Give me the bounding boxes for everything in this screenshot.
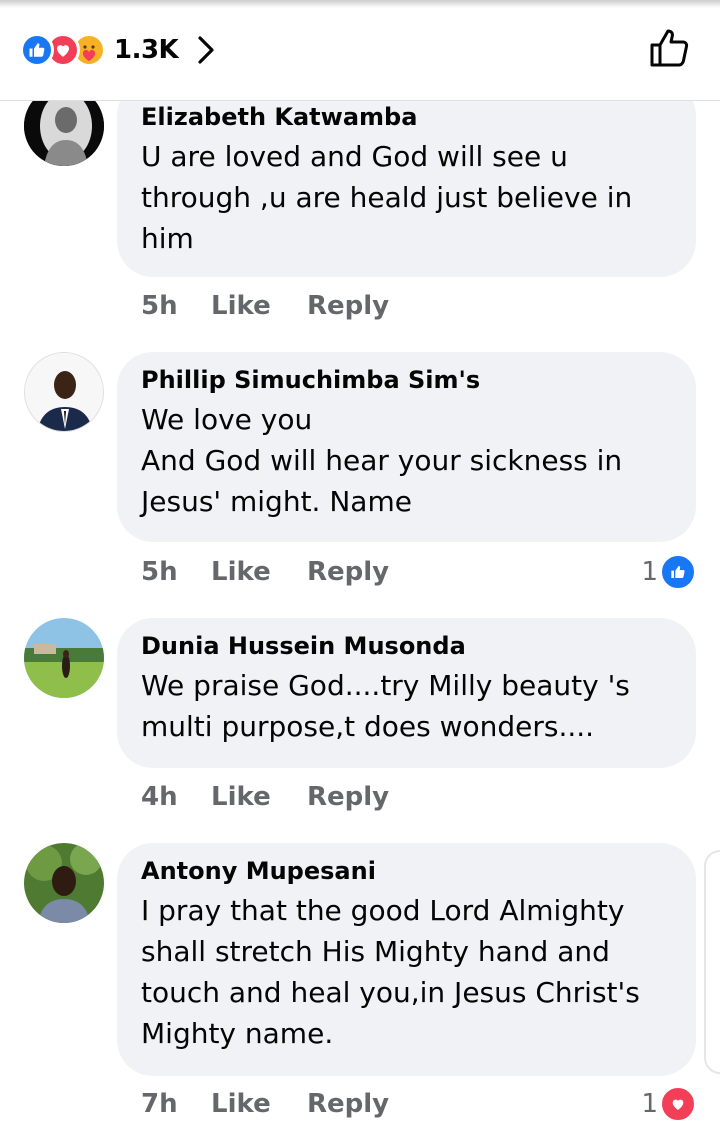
comment-reaction-count: 1 [641, 1089, 658, 1119]
avatar[interactable] [24, 843, 104, 923]
like-icon [20, 33, 54, 67]
reply-button[interactable]: Reply [307, 557, 389, 587]
comment-bubble[interactable]: Dunia Hussein Musonda We praise God....t… [117, 618, 696, 768]
reply-button[interactable]: Reply [307, 1089, 389, 1119]
love-icon [660, 1086, 696, 1122]
comment-text: We praise God....try Milly beauty 's mul… [141, 669, 630, 743]
comment-bubble[interactable]: Antony Mupesani I pray that the good Lor… [117, 843, 696, 1076]
comment-bubble[interactable]: Phillip Simuchimba Sim's We love you And… [117, 352, 696, 542]
comment-actions: 5h Like Reply [141, 554, 389, 590]
scrollbar[interactable] [704, 850, 720, 1074]
comment-time: 7h [141, 1089, 178, 1119]
comment-author[interactable]: Phillip Simuchimba Sim's [141, 365, 670, 395]
reply-button[interactable]: Reply [307, 782, 389, 812]
comment-time: 5h [141, 557, 178, 587]
comment-reactions[interactable]: 1 [641, 1086, 696, 1122]
comment-bubble[interactable]: Elizabeth Katwamba U are loved and God w… [117, 80, 696, 277]
comment-author[interactable]: Antony Mupesani [141, 856, 670, 886]
comment-text: U are loved and God will see u through ,… [141, 140, 633, 255]
avatar[interactable] [24, 352, 104, 432]
thumbs-up-icon[interactable] [648, 26, 692, 74]
comment-actions: 4h Like Reply [141, 779, 389, 815]
like-button[interactable]: Like [211, 291, 307, 321]
like-button[interactable]: Like [211, 557, 307, 587]
comment-author[interactable]: Elizabeth Katwamba [141, 102, 670, 132]
reactions-summary[interactable]: 1.3K [20, 30, 216, 70]
chevron-right-icon[interactable] [196, 35, 216, 65]
avatar[interactable] [24, 618, 104, 698]
comment-text: We love you And God will hear your sickn… [141, 403, 623, 518]
comment-time: 4h [141, 782, 178, 812]
comment-text: I pray that the good Lord Almighty shall… [141, 894, 640, 1050]
reaction-count: 1.3K [114, 35, 179, 65]
like-button[interactable]: Like [211, 782, 307, 812]
like-button[interactable]: Like [211, 1089, 307, 1119]
comment-time: 5h [141, 291, 178, 321]
comment-actions: 7h Like Reply [141, 1086, 389, 1122]
reactions-header: 1.3K [0, 0, 720, 101]
like-icon [660, 554, 696, 590]
comment-reaction-count: 1 [641, 557, 658, 587]
comment-reactions[interactable]: 1 [641, 554, 696, 590]
comment-actions: 5h Like Reply [141, 288, 389, 324]
comment-author[interactable]: Dunia Hussein Musonda [141, 631, 670, 661]
reply-button[interactable]: Reply [307, 291, 389, 321]
